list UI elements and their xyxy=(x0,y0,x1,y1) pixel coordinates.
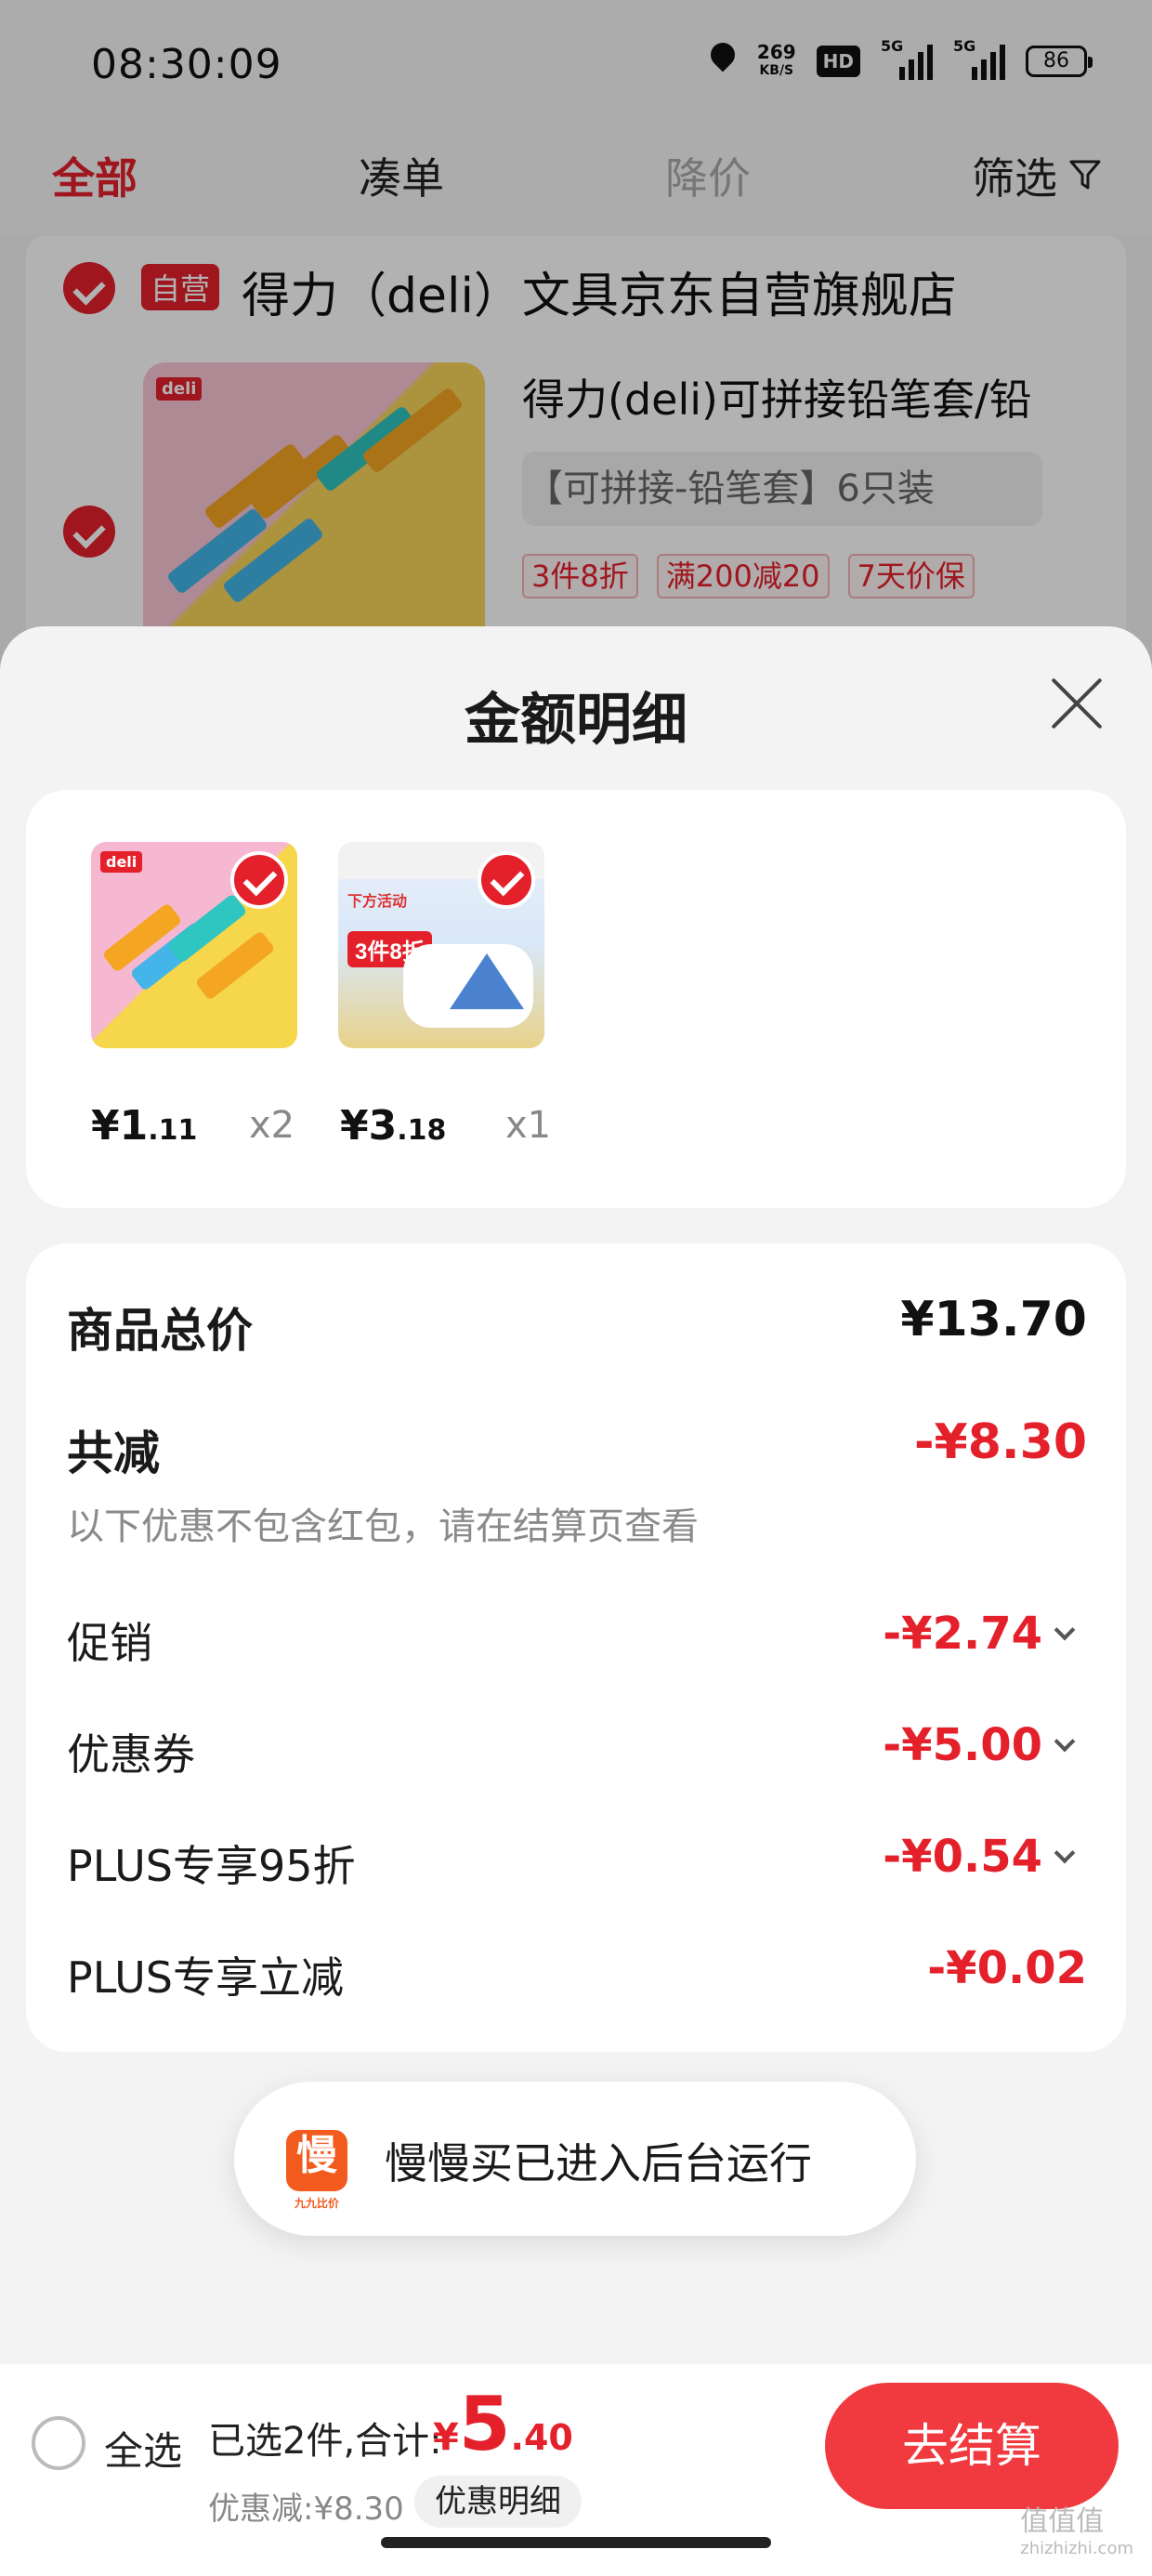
deli-logo: deli xyxy=(100,851,143,873)
app-logo-sub: 九九比价 xyxy=(294,2197,339,2210)
chevron-down-icon[interactable] xyxy=(1054,1619,1076,1641)
home-indicator[interactable] xyxy=(381,2537,771,2548)
promo-value[interactable]: -¥2.74 xyxy=(883,1608,1042,1660)
chevron-down-icon[interactable] xyxy=(1054,1730,1076,1753)
total-reduce-label: 共减 xyxy=(67,1426,160,1480)
promo-label: 促销 xyxy=(67,1618,152,1668)
watermark: 值值值 zhizhizhi.com xyxy=(1020,2505,1133,2558)
app-logo-icon: 慢九九比价 xyxy=(286,2130,347,2210)
toast-text: 慢慢买已进入后台运行 xyxy=(385,2138,812,2188)
plus95-value[interactable]: -¥0.54 xyxy=(883,1831,1042,1883)
price-detail-card: 商品总价 ¥13.70 共减 -¥8.30 以下优惠不包含红包，请在结算页查看 … xyxy=(26,1243,1126,2052)
item-price: ¥1.11 xyxy=(91,1102,198,1150)
item-image-tissue[interactable]: 下方活动 3件8折 xyxy=(338,842,544,1048)
select-all-label[interactable]: 全选 xyxy=(104,2420,182,2477)
background-running-toast: 慢九九比价 慢慢买已进入后台运行 xyxy=(234,2082,916,2236)
pack-label: 下方活动 xyxy=(347,892,408,910)
items-card: deli 下方活动 3件8折 ¥1.11 x2 ¥3.18 x1 xyxy=(26,790,1126,1208)
chevron-down-icon[interactable] xyxy=(1054,1842,1076,1864)
amount-detail-sheet: 金额明细 deli 下方活动 3件8折 ¥1.11 x2 ¥3.18 x1 商品… xyxy=(0,626,1152,2576)
total-reduce-value: -¥8.30 xyxy=(913,1414,1087,1470)
item-qty: x1 xyxy=(505,1104,552,1147)
close-icon[interactable] xyxy=(1050,677,1104,730)
checkout-button[interactable]: 去结算 xyxy=(825,2383,1119,2509)
plus95-label: PLUS专享95折 xyxy=(67,1841,356,1891)
item-image-pencil-caps[interactable]: deli xyxy=(91,842,297,1048)
discount-detail-button[interactable]: 优惠明细 xyxy=(414,2476,582,2528)
discount-amount: 优惠减:¥8.30 xyxy=(208,2491,404,2528)
coupon-value[interactable]: -¥5.00 xyxy=(883,1719,1042,1771)
selected-check-icon xyxy=(230,851,288,909)
item-qty: x2 xyxy=(249,1104,295,1147)
item-price: ¥3.18 xyxy=(340,1102,447,1150)
reduce-note: 以下优惠不包含红包，请在结算页查看 xyxy=(67,1505,699,1548)
coupon-label: 优惠券 xyxy=(67,1729,195,1780)
goods-total-label: 商品总价 xyxy=(67,1304,253,1358)
total-amount: ¥5.40 xyxy=(433,2381,573,2467)
selected-summary: 已选2件,合计: xyxy=(208,2420,442,2463)
plus-direct-label: PLUS专享立减 xyxy=(67,1952,344,2003)
selected-check-icon xyxy=(478,851,535,909)
plus-direct-value: -¥0.02 xyxy=(927,1942,1087,1994)
goods-total-value: ¥13.70 xyxy=(900,1292,1087,1347)
select-all-radio[interactable] xyxy=(32,2416,85,2470)
sheet-title: 金额明细 xyxy=(465,688,687,753)
